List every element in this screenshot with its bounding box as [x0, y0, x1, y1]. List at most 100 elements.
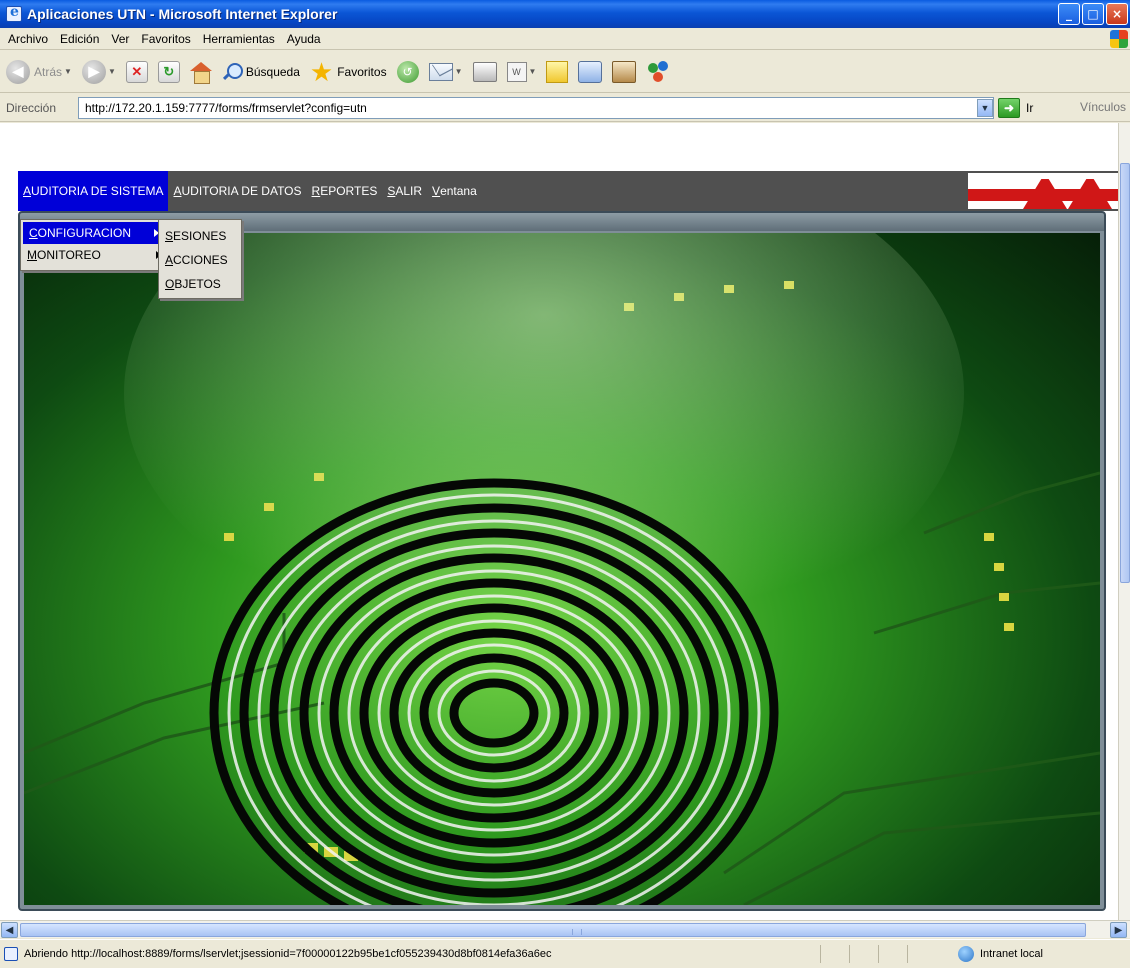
window-controls: _ □ ×: [1058, 3, 1128, 25]
address-bar: Dirección http://172.20.1.159:7777/forms…: [0, 94, 1130, 122]
menu-item-configuracion[interactable]: C ONFIGURACION: [23, 222, 163, 244]
go-label: Ir: [1026, 101, 1034, 115]
favorites-button[interactable]: ★ Favoritos: [309, 56, 387, 87]
scroll-grip-icon: [572, 929, 582, 935]
menu-item-objetos[interactable]: O BJETOS: [159, 272, 241, 296]
main-form-window: [18, 211, 1106, 911]
menu-favoritos[interactable]: Favoritos: [135, 32, 196, 46]
menu-edicion[interactable]: Edición: [54, 32, 105, 46]
edit-icon: W: [506, 61, 527, 82]
window-titlebar[interactable]: Aplicaciones UTN - Microsoft Internet Ex…: [0, 0, 1130, 28]
favorites-label: Favoritos: [337, 64, 387, 79]
menu-item-sesiones[interactable]: S ESIONES: [159, 224, 241, 248]
windows-logo-icon: [1110, 30, 1128, 48]
menu-label-rest: ONFIGURACION: [37, 226, 132, 240]
accel-letter: A: [173, 184, 182, 198]
mail-button[interactable]: ▼: [428, 62, 463, 81]
links-button[interactable]: Vínculos: [1080, 100, 1126, 114]
research-button[interactable]: [612, 60, 637, 83]
accel-letter: A: [165, 253, 174, 267]
menu-item-monitoreo[interactable]: M ONITOREO: [21, 244, 165, 266]
menu-label-rest: CCIONES: [173, 253, 228, 267]
media-button[interactable]: ↺: [396, 60, 419, 83]
scroll-right-button[interactable]: ▶: [1110, 922, 1127, 938]
menu-ver[interactable]: Ver: [105, 32, 135, 46]
minimize-button[interactable]: _: [1058, 3, 1080, 25]
menu-auditoria-sistema[interactable]: A UDITORIA DE SISTEMA: [18, 171, 169, 211]
search-button[interactable]: Búsqueda: [222, 62, 300, 82]
favorites-star-icon: ★: [309, 56, 334, 87]
back-dropdown-icon[interactable]: ▼: [64, 67, 72, 76]
edit-dropdown-icon[interactable]: ▼: [529, 67, 537, 76]
stop-button[interactable]: ✕: [125, 60, 148, 83]
page-loading-icon: [4, 947, 18, 961]
horizontal-scroll-thumb[interactable]: [20, 923, 1086, 937]
home-button[interactable]: [189, 61, 212, 84]
menu-item-acciones[interactable]: A CCIONES: [159, 248, 241, 272]
menu-label-rest: UDITORIA DE SISTEMA: [31, 184, 164, 198]
go-arrow-icon: ➜: [998, 98, 1020, 118]
menu-ventana[interactable]: Ventana: [427, 171, 482, 211]
messenger-icon: [578, 60, 603, 83]
accel-letter: C: [29, 226, 38, 240]
address-dropdown-icon[interactable]: ▼: [977, 99, 993, 117]
back-button[interactable]: ◀ Atrás ▼: [6, 59, 72, 84]
accel-letter: M: [27, 248, 37, 262]
print-button[interactable]: [472, 61, 497, 82]
stop-icon: ✕: [125, 60, 148, 83]
address-input[interactable]: http://172.20.1.159:7777/forms/frmservle…: [78, 97, 994, 119]
horizontal-scrollbar[interactable]: ◀ ▶: [0, 920, 1130, 938]
menu-auditoria-datos[interactable]: A UDITORIA DE DATOS: [168, 171, 306, 211]
menu-archivo[interactable]: Archivo: [2, 32, 54, 46]
menu-salir[interactable]: S ALIR: [382, 171, 427, 211]
contacts-button[interactable]: [646, 60, 672, 83]
go-button[interactable]: ➜ Ir: [998, 98, 1033, 118]
menu-reportes[interactable]: R EPORTES: [307, 171, 383, 211]
submenu-configuracion: S ESIONES A CCIONES O BJETOS: [158, 219, 242, 299]
scroll-left-button[interactable]: ◀: [1, 922, 18, 938]
mail-dropdown-icon[interactable]: ▼: [455, 67, 463, 76]
menu-label-rest: EPORTES: [320, 184, 378, 198]
edit-button[interactable]: W ▼: [506, 61, 537, 82]
menu-label-rest: BJETOS: [174, 277, 221, 291]
accel-letter: S: [165, 229, 174, 243]
refresh-button[interactable]: ↻: [157, 60, 180, 83]
maximize-button[interactable]: □: [1082, 3, 1104, 25]
messenger-button[interactable]: [578, 60, 603, 83]
refresh-icon: ↻: [157, 60, 180, 83]
close-button[interactable]: ×: [1106, 3, 1128, 25]
vertical-scroll-thumb[interactable]: [1120, 163, 1130, 583]
notes-icon: [546, 60, 569, 83]
notes-button[interactable]: [546, 60, 569, 83]
browser-toolbar: ◀ Atrás ▼ ▶ ▼ ✕ ↻ Búsqueda ★ Favoritos ↺…: [0, 51, 1130, 93]
page-content: A UDITORIA DE SISTEMA A UDITORIA DE DATOS …: [0, 123, 1118, 920]
menu-label-rest: ALIR: [395, 184, 423, 198]
media-icon: ↺: [396, 60, 419, 83]
back-label: Atrás: [34, 64, 63, 79]
app-menubar: A UDITORIA DE SISTEMA A UDITORIA DE DATOS …: [18, 171, 1118, 211]
status-bar: Abriendo http://localhost:8889/forms/lse…: [0, 939, 1130, 968]
mail-icon: [428, 62, 453, 81]
home-icon: [189, 61, 212, 84]
security-zone[interactable]: Intranet local: [958, 946, 1043, 962]
search-label: Búsqueda: [245, 64, 300, 79]
utn-logo: [968, 173, 1118, 209]
zone-label: Intranet local: [980, 948, 1043, 960]
fingerprint-background-image: [24, 233, 1100, 905]
menu-label-rest: ONITOREO: [37, 248, 101, 262]
fingerprint-graphic: [24, 233, 1100, 905]
search-icon: [222, 62, 243, 82]
vertical-scrollbar[interactable]: [1118, 123, 1130, 920]
contacts-icon: [646, 60, 672, 83]
menu-herramientas[interactable]: Herramientas: [197, 32, 281, 46]
accel-letter: S: [387, 184, 396, 198]
ie-icon: [6, 4, 22, 22]
accel-letter: R: [311, 184, 321, 198]
submenu-auditoria-sistema: C ONFIGURACION M ONITOREO: [20, 219, 166, 271]
forward-icon: ▶: [81, 59, 106, 84]
menu-ayuda[interactable]: Ayuda: [281, 32, 327, 46]
forward-dropdown-icon[interactable]: ▼: [108, 67, 116, 76]
research-icon: [612, 60, 637, 83]
status-separators: [820, 945, 908, 963]
forward-button[interactable]: ▶ ▼: [81, 59, 116, 84]
